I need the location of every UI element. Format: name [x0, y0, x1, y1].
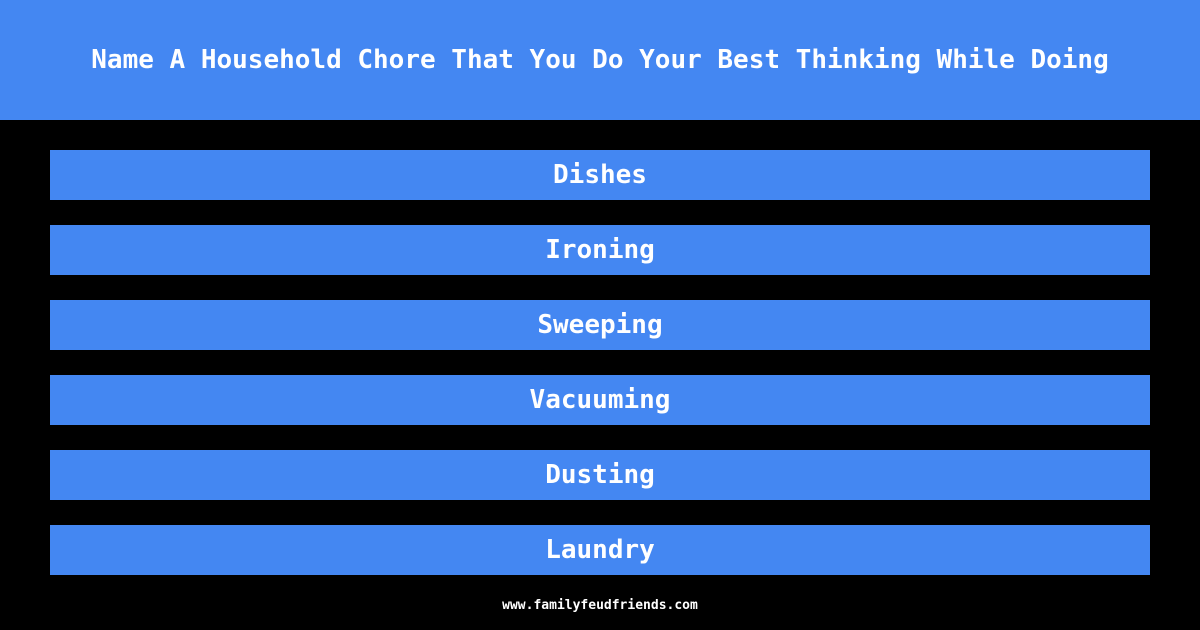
answer-item: Vacuuming — [50, 375, 1150, 425]
answer-item: Dishes — [50, 150, 1150, 200]
question-header: Name A Household Chore That You Do Your … — [0, 0, 1200, 120]
website-url: www.familyfeudfriends.com — [502, 598, 698, 613]
answer-item: Sweeping — [50, 300, 1150, 350]
answer-item: Dusting — [50, 450, 1150, 500]
answers-list: Dishes Ironing Sweeping Vacuuming Dustin… — [50, 150, 1150, 600]
answer-item: Laundry — [50, 525, 1150, 575]
question-title: Name A Household Chore That You Do Your … — [91, 45, 1109, 75]
answer-item: Ironing — [50, 225, 1150, 275]
